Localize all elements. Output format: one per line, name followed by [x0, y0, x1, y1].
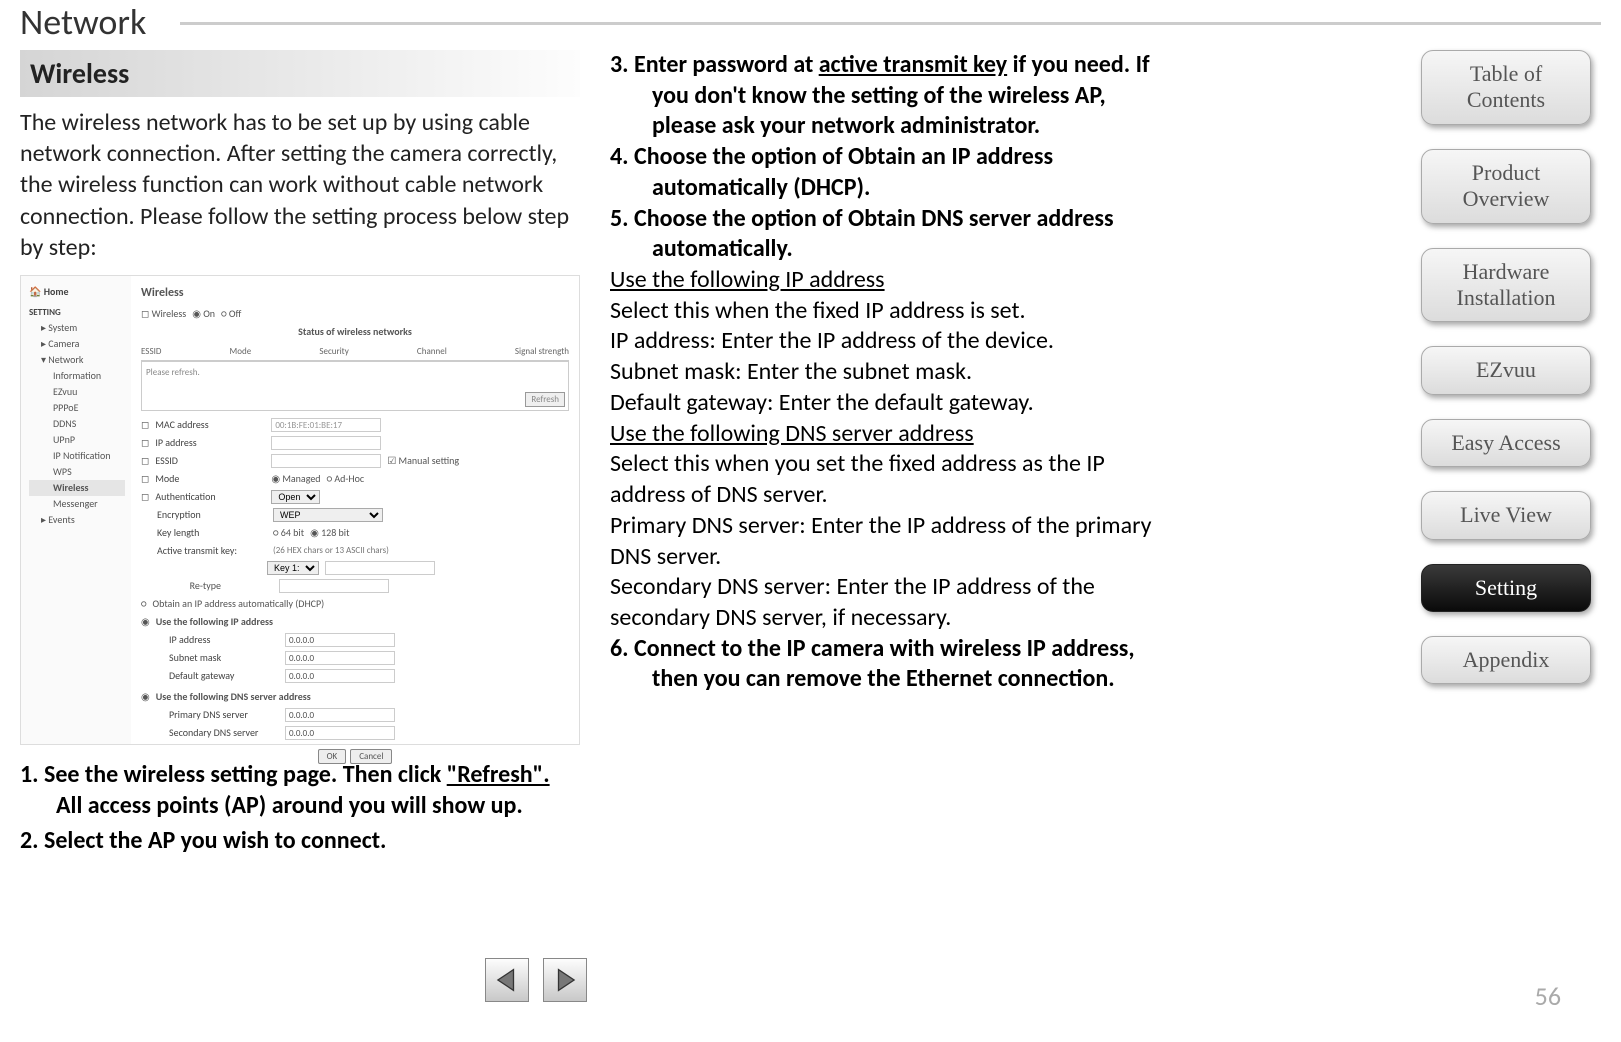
wireless-heading: Wireless: [20, 50, 580, 97]
subnet-desc: Subnet mask: Enter the subnet mask.: [610, 357, 1170, 388]
ss-table-head: ESSID Mode Security Channel Signal stren…: [141, 343, 569, 362]
ss-table-caption: Status of wireless networks: [141, 324, 569, 339]
ss-table-body: Please refresh. Refresh: [141, 361, 569, 411]
sdns-desc: Secondary DNS server: Enter the IP addre…: [610, 572, 1170, 633]
ss-setting-label: SETTING: [29, 306, 125, 320]
settings-screenshot: 🏠 Home SETTING ▸ System ▸ Camera ▾ Netwo…: [20, 275, 580, 745]
intro-text: The wireless network has to be set up by…: [20, 107, 580, 263]
use-ip-header: Use the following IP address: [610, 265, 1170, 296]
page-nav-arrows: [485, 958, 587, 1002]
step-6: 6. Connect to the IP camera with wireles…: [610, 634, 1170, 695]
steps-left: 1. See the wireless setting page. Then c…: [20, 759, 580, 857]
nav-appendix-button[interactable]: Appendix: [1421, 636, 1591, 684]
step-2: 2. Select the AP you wish to connect.: [20, 825, 580, 856]
nav-ezvuu-button[interactable]: EZvuu: [1421, 346, 1591, 394]
ss-item: WPS: [29, 464, 125, 480]
gw-desc: Default gateway: Enter the default gatew…: [610, 388, 1170, 419]
ss-item: ▸ Camera: [29, 336, 125, 352]
ss-item: Information: [29, 368, 125, 384]
right-column: 3. Enter password at active transmit key…: [610, 50, 1170, 695]
ss-item: IP Notification: [29, 448, 125, 464]
page-number: 56: [1535, 980, 1561, 1012]
side-navigation: Table of Contents Product Overview Hardw…: [1421, 50, 1591, 684]
ss-item-selected: Wireless: [29, 480, 125, 496]
title-rule: [180, 22, 1601, 25]
ss-sidebar: 🏠 Home SETTING ▸ System ▸ Camera ▾ Netwo…: [21, 276, 131, 744]
ss-item: DDNS: [29, 416, 125, 432]
nav-setting-button[interactable]: Setting: [1421, 564, 1591, 612]
step-4: 4. Choose the option of Obtain an IP add…: [610, 142, 1170, 203]
nav-live-view-button[interactable]: Live View: [1421, 491, 1591, 539]
ss-main: Wireless ◻ Wireless ◉ On ○ Off Status of…: [131, 276, 579, 744]
page-section-title: Network: [20, 0, 146, 44]
nav-toc-button[interactable]: Table of Contents: [1421, 50, 1591, 125]
step-1: 1. See the wireless setting page. Then c…: [20, 759, 580, 821]
ss-item: ▾ Network: [29, 352, 125, 368]
step-5: 5. Choose the option of Obtain DNS serve…: [610, 204, 1170, 265]
use-dns-header: Use the following DNS server address: [610, 419, 1170, 450]
ss-item: ▸ System: [29, 320, 125, 336]
ss-item: Messenger: [29, 496, 125, 512]
ss-home: 🏠 Home: [29, 284, 125, 300]
nav-hardware-button[interactable]: Hardware Installation: [1421, 248, 1591, 323]
ss-title: Wireless: [141, 284, 569, 302]
nav-product-button[interactable]: Product Overview: [1421, 149, 1591, 224]
use-ip-desc: Select this when the fixed IP address is…: [610, 296, 1170, 327]
ss-item: PPPoE: [29, 400, 125, 416]
ip-desc: IP address: Enter the IP address of the …: [610, 326, 1170, 357]
step-3: 3. Enter password at active transmit key…: [610, 50, 1170, 142]
ss-item: ▸ Events: [29, 512, 125, 528]
prev-page-button[interactable]: [485, 958, 529, 1002]
nav-easy-access-button[interactable]: Easy Access: [1421, 419, 1591, 467]
next-page-button[interactable]: [543, 958, 587, 1002]
ss-refresh-btn: Refresh: [525, 392, 565, 408]
pdns-desc: Primary DNS server: Enter the IP address…: [610, 511, 1170, 572]
use-dns-desc: Select this when you set the fixed addre…: [610, 449, 1170, 510]
ss-item: EZvuu: [29, 384, 125, 400]
ss-item: UPnP: [29, 432, 125, 448]
